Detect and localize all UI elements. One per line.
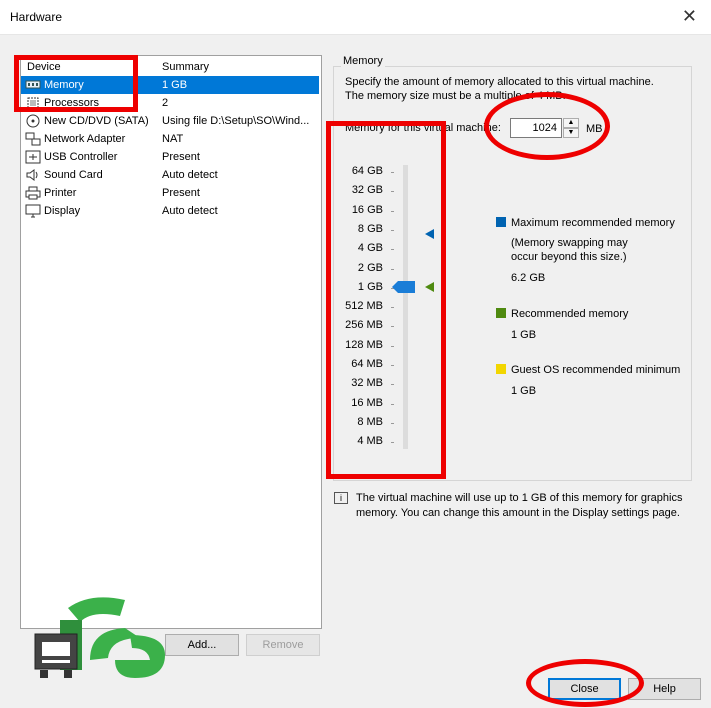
annotation-highlight-close <box>526 659 644 707</box>
printer-icon <box>25 186 41 200</box>
device-summary: 1 GB <box>162 79 188 91</box>
device-name: New CD/DVD (SATA) <box>44 115 149 127</box>
annotation-highlight-device <box>14 55 138 112</box>
device-summary: Auto detect <box>162 169 218 181</box>
usb-icon <box>25 150 41 164</box>
device-summary: Auto detect <box>162 205 218 217</box>
annotation-highlight-scale <box>326 121 446 479</box>
device-summary: NAT <box>162 133 184 145</box>
graphics-memory-note-line-2: memory. You can change this amount in th… <box>356 507 680 519</box>
device-row-network-adapter[interactable]: Network Adapter NAT <box>21 130 319 148</box>
device-row-printer[interactable]: Printer Present <box>21 184 319 202</box>
device-name: Sound Card <box>44 169 103 181</box>
device-row-sound-card[interactable]: Sound Card Auto detect <box>21 166 319 184</box>
guest-minimum-value: 1 GB <box>511 385 537 397</box>
device-list: Device Summary Memory 1 GB Processors 2 … <box>20 55 322 629</box>
device-row-cd-dvd[interactable]: New CD/DVD (SATA) Using file D:\Setup\SO… <box>21 112 319 130</box>
annotation-highlight-memory-field <box>484 92 610 160</box>
guest-minimum-swatch <box>496 364 506 374</box>
graphics-memory-note: The virtual machine will use up to 1 GB … <box>356 491 696 521</box>
cd-icon <box>26 114 40 128</box>
add-device-button[interactable]: Add... <box>165 634 239 656</box>
recommended-swatch <box>496 308 506 318</box>
network-icon <box>25 132 41 146</box>
device-row-usb-controller[interactable]: USB Controller Present <box>21 148 319 166</box>
device-name: USB Controller <box>44 151 118 163</box>
device-name: Network Adapter <box>44 133 126 145</box>
max-recommended-label: Maximum recommended memory <box>511 217 675 229</box>
memory-group-title: Memory <box>341 55 385 67</box>
title-bar: Hardware ✕ <box>0 0 711 35</box>
summary-column-header[interactable]: Summary <box>162 61 209 73</box>
device-summary: Present <box>162 187 200 199</box>
site-logo <box>34 597 165 678</box>
device-summary: 2 <box>162 97 169 109</box>
graphics-memory-note-line-1: The virtual machine will use up to 1 GB … <box>356 492 683 504</box>
device-summary: Using file D:\Setup\SO\Wind... <box>162 115 310 127</box>
info-icon: i <box>334 492 348 504</box>
device-row-display[interactable]: Display Auto detect <box>21 202 319 220</box>
device-name: Display <box>44 205 81 217</box>
recommended-label: Recommended memory <box>511 308 629 320</box>
guest-minimum-label: Guest OS recommended minimum <box>511 364 681 376</box>
max-recommended-note-2: occur beyond this size.) <box>511 251 627 263</box>
window-title: Hardware <box>10 10 63 24</box>
remove-device-button[interactable]: Remove <box>246 634 320 656</box>
memory-description-line-1: Specify the amount of memory allocated t… <box>345 76 654 88</box>
recommended-value: 1 GB <box>511 329 537 341</box>
monitor-icon <box>25 204 41 218</box>
speaker-icon <box>26 169 38 181</box>
device-name: Printer <box>44 187 77 199</box>
device-summary: Present <box>162 151 200 163</box>
max-recommended-swatch <box>496 217 506 227</box>
close-icon[interactable]: ✕ <box>682 6 697 27</box>
max-recommended-value: 6.2 GB <box>511 272 546 284</box>
